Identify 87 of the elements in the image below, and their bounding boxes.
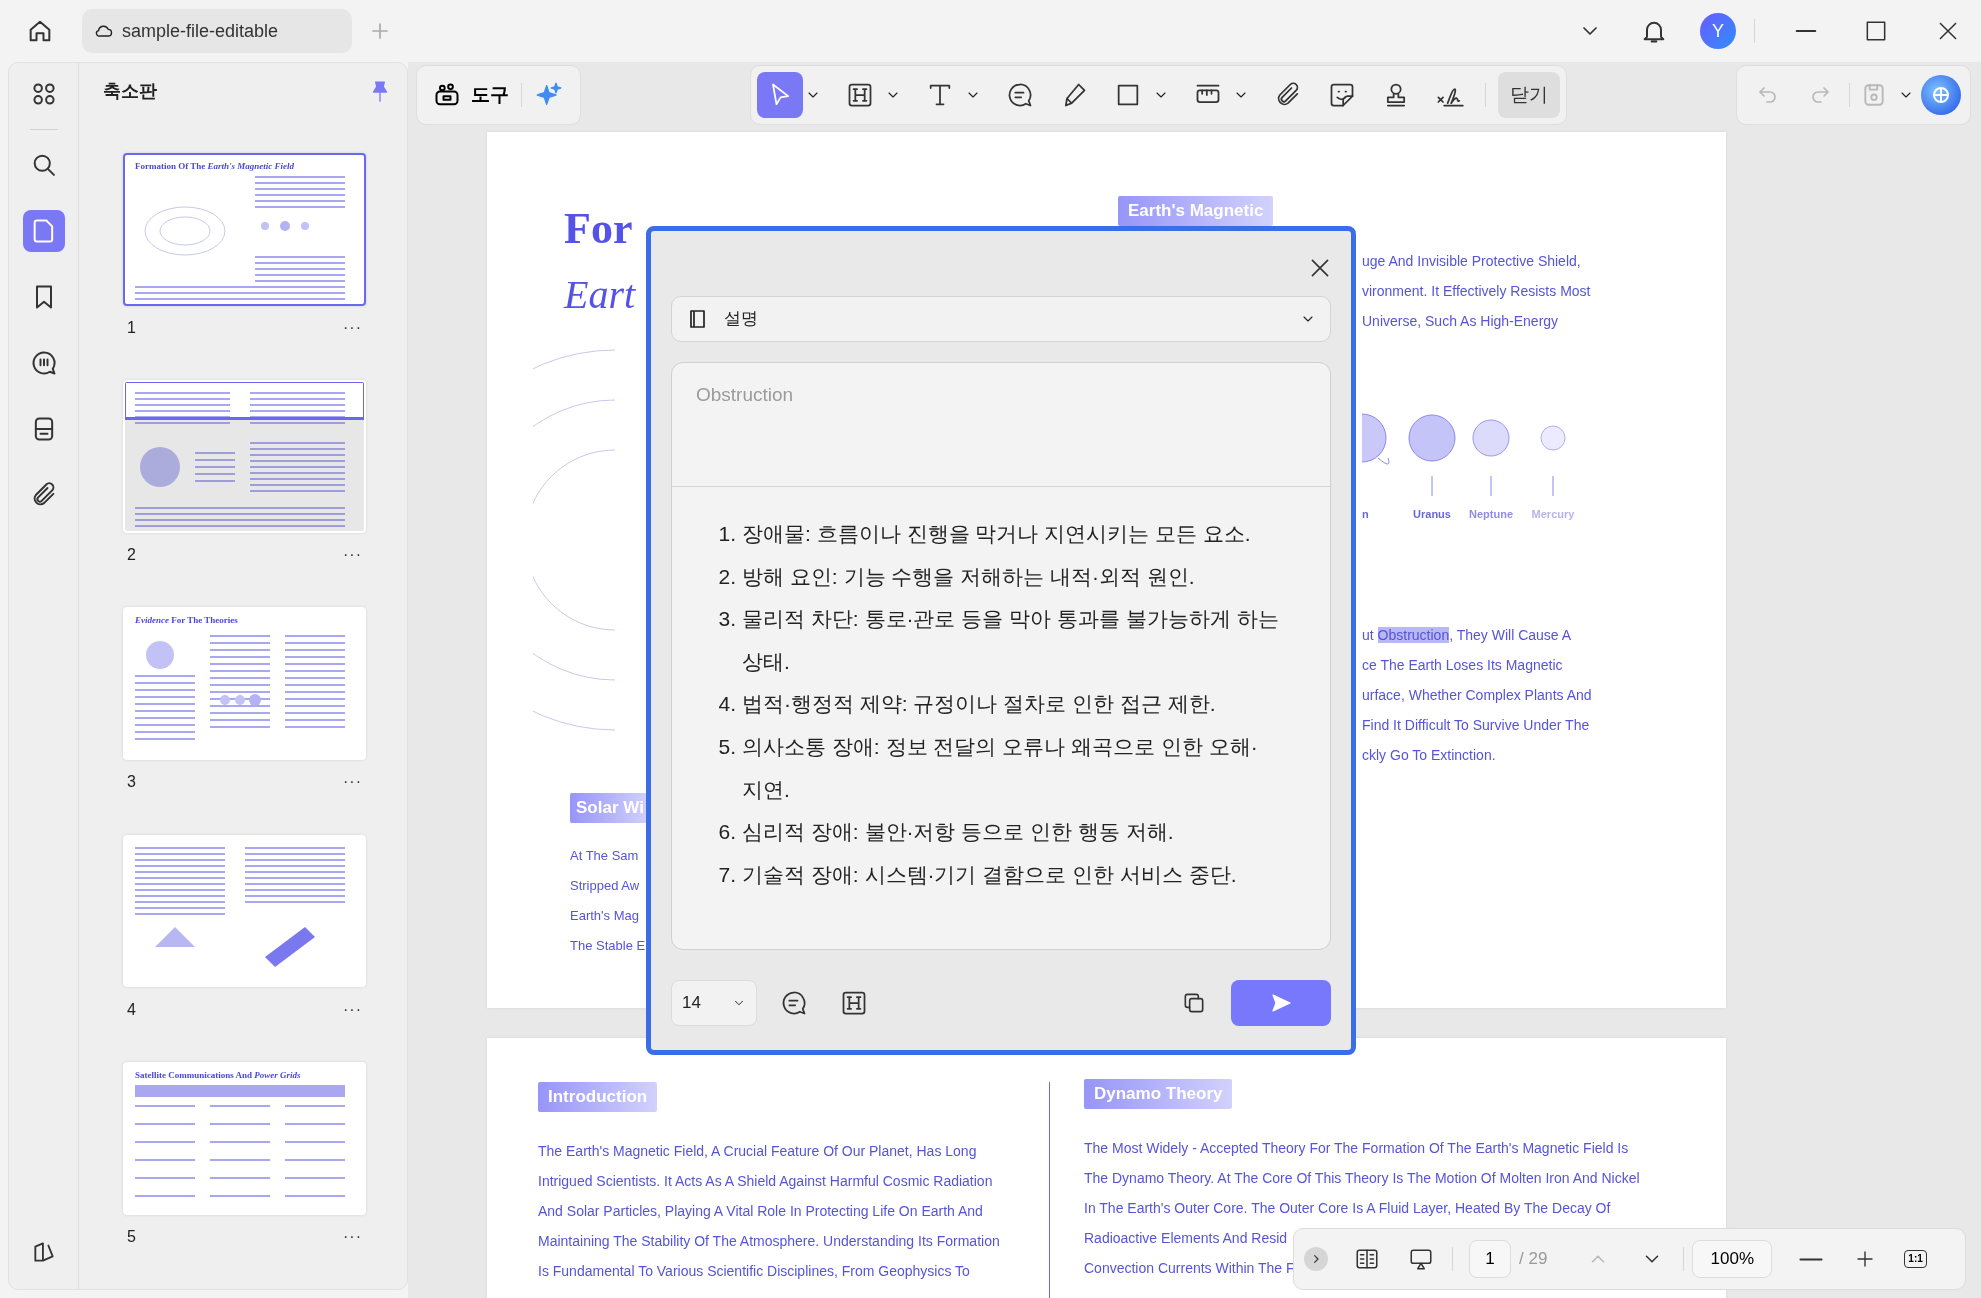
planet-label: n	[1362, 508, 1369, 520]
section-heading: Earth's Magnetic	[1118, 196, 1274, 226]
body-text-line: Find It Difficult To Survive Under The	[1362, 716, 1590, 735]
comment-icon	[29, 349, 58, 377]
body-text-line: The Dynamo Theory. At The Core Of This Theory Is The Motion Of Molten Iron And Nickel	[1084, 1168, 1640, 1188]
body-text-line: ckly Go To Extinction.	[1362, 746, 1496, 765]
thumbnail-heading: Evidence For The Theories	[135, 615, 239, 627]
page-thumbnail[interactable]: Formation Of The Earth's Magnetic Field	[123, 152, 366, 306]
body-text-line: The Stable E	[570, 936, 646, 955]
body-text-line: vironment. It Effectively Resists Most	[1362, 282, 1591, 301]
body-text-line: Intrigued Scientists. It Acts As A Shield Against Harmful Cosmic Radiation	[538, 1171, 993, 1191]
list-number: 5.	[718, 733, 736, 760]
body-text-line: In The Earth's Outer Core. The Outer Core Is A Fluid Layer, Heated By The Decay Of	[1084, 1198, 1611, 1218]
minimize-icon	[1795, 29, 1817, 33]
more-button[interactable]: ···	[343, 770, 362, 795]
minus-icon	[1799, 1256, 1824, 1262]
zoom-field[interactable]: 100%	[1692, 1240, 1773, 1278]
page-panel-button[interactable]	[22, 210, 65, 252]
heading-icon	[846, 81, 874, 109]
comment-icon	[1006, 81, 1034, 109]
list-number: 1.	[718, 521, 736, 547]
page-thumbnail[interactable]: Satellite Communications And Power Grids	[123, 1061, 366, 1215]
page-thumbnail[interactable]	[123, 834, 366, 988]
body-text-line: The Earth's Magnetic Field, A Crucial Feature Of Our Planet, Has Long	[538, 1141, 977, 1161]
body-text-line: Radioactive Elements And Resid	[1084, 1228, 1288, 1248]
page-thumbnail[interactable]	[123, 380, 366, 533]
page-count: / 29	[1519, 1248, 1548, 1271]
body-text-line: Universe, Such As High-Energy	[1362, 312, 1559, 331]
list-number: 3.	[718, 606, 736, 633]
thumbnail-heading: Formation Of The Earth's Magnetic Field	[135, 160, 296, 172]
body-text-line: Stripped Aw	[570, 876, 640, 895]
page-number: 5	[127, 1226, 136, 1247]
more-button[interactable]: ···	[343, 315, 362, 340]
send-button[interactable]	[1231, 980, 1331, 1026]
font-size-dropdown[interactable]: 14	[671, 980, 757, 1026]
list-number: 7.	[718, 861, 736, 888]
planet-label: Mercury	[1531, 508, 1575, 520]
sticker-icon	[1328, 81, 1356, 109]
list-item-text: 장애물: 흐름이나 진행을 막거나 지연시키는 모든 요소.	[742, 521, 1252, 547]
heading-icon	[840, 989, 868, 1017]
body-text-line: At The Sam	[570, 846, 639, 865]
planet-label: Neptune	[1469, 508, 1513, 520]
comment-icon	[780, 989, 808, 1017]
page-thumbnail[interactable]: Evidence For The Theories	[123, 607, 366, 761]
page-number: 4	[127, 999, 136, 1020]
section-heading: Dynamo Theory	[1084, 1079, 1233, 1109]
body-text-line: ce The Earth Loses Its Magnetic	[1362, 656, 1563, 675]
actual-size-button[interactable]: 1:1	[1904, 1250, 1927, 1268]
document-subtitle: Eart	[564, 271, 637, 319]
planet-label: Uranus	[1413, 508, 1451, 520]
panel-title: 축소판	[103, 80, 157, 104]
mode-dropdown[interactable]: 설명	[671, 296, 1331, 342]
tab-title: sample-file-editable	[122, 19, 279, 43]
dropdown-value: 설명	[724, 308, 759, 331]
more-button[interactable]: ···	[343, 1224, 362, 1249]
more-button[interactable]: ···	[343, 543, 362, 568]
selected-text-quote: Obstruction	[672, 363, 1330, 487]
page-number: 1	[127, 317, 136, 338]
ai-logo-icon[interactable]	[1920, 74, 1962, 116]
close-tools-button[interactable]: 닫기	[1498, 72, 1560, 118]
list-item-text: 기술적 장애: 시스템·기기 결함으로 인한 서비스 중단.	[742, 861, 1238, 888]
file-tab[interactable]: sample-file-editable	[82, 9, 352, 53]
list-item-text: 물리적 차단: 통로·관로 등을 막아 통과를 불가능하게 하는 상태.	[742, 606, 1280, 675]
list-number: 2.	[718, 563, 736, 590]
list-number: 6.	[718, 819, 736, 846]
thumbnail-heading: Satellite Communications And Power Grids	[135, 1069, 302, 1081]
body-text-line: Earth's Mag	[570, 906, 639, 925]
body-text-line: urface, Whether Complex Plants And	[1362, 686, 1592, 705]
page-number-field[interactable]: 1	[1469, 1240, 1511, 1278]
list-item-text: 심리적 장애: 불안·저항 등으로 인한 행동 저해.	[742, 819, 1175, 846]
list-item-text: 법적·행정적 제약: 규정이나 절차로 인한 접근 제한.	[742, 691, 1217, 718]
page-number: 2	[127, 545, 136, 566]
section-heading: Introduction	[538, 1082, 658, 1112]
body-text-line: ut Obstruction, They Will Cause A	[1362, 626, 1572, 645]
page-number: 3	[127, 772, 136, 793]
list-number: 4.	[718, 691, 736, 718]
document-title: For	[564, 204, 634, 254]
list-item-text: 의사소통 장애: 정보 전달의 오류나 왜곡으로 인한 오해·지연.	[742, 733, 1259, 803]
list-item-text: 방해 요인: 기능 수행을 저해하는 내적·외적 원인.	[742, 563, 1196, 590]
body-text-line: The Most Widely - Accepted Theory For The Formation Of The Earth's Magnetic Field Is	[1084, 1138, 1629, 1158]
body-text-line: Maintaining The Stability Of The Atmosphere. Understanding Its Formation	[538, 1231, 1000, 1251]
user-avatar[interactable]: Y	[1700, 13, 1736, 49]
body-text-line: Is Fundamental To Various Scientific Disciplines, From Geophysics To	[538, 1261, 970, 1281]
body-text-line: And Solar Particles, Playing A Vital Role In Protecting Life On Earth And	[538, 1201, 983, 1221]
save-icon	[1861, 82, 1887, 108]
more-button[interactable]: ···	[343, 997, 362, 1022]
body-text-line: uge And Invisible Protective Shield,	[1362, 252, 1581, 271]
